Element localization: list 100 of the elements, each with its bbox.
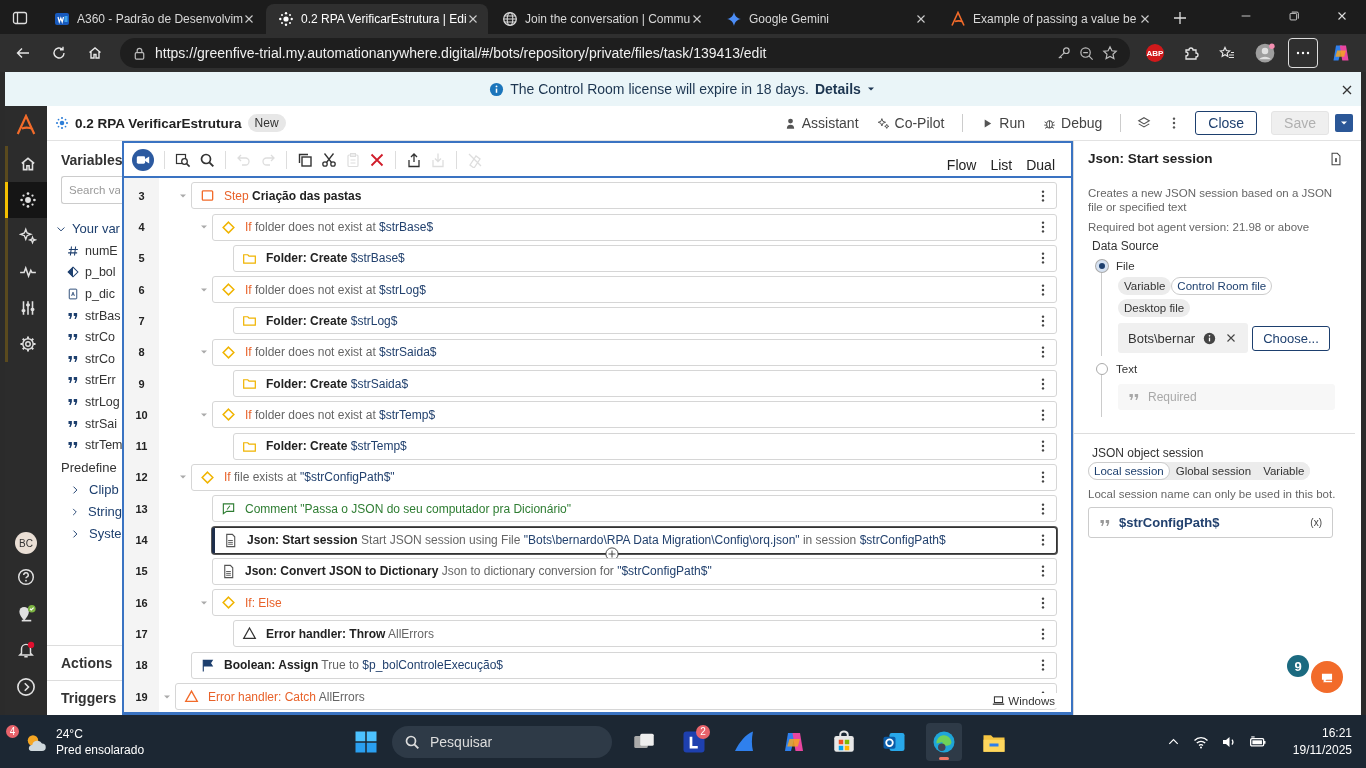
variable-item[interactable]: strErr: [47, 369, 122, 392]
settings-icon: [18, 335, 37, 353]
dropdown-button[interactable]: [1335, 114, 1353, 132]
more-button[interactable]: [1288, 38, 1318, 68]
bell-icon[interactable]: [17, 641, 35, 659]
action-row[interactable]: Folder: Create $strSaida$: [233, 370, 1057, 398]
action-row[interactable]: If folder does not exist at $strBase$: [212, 213, 1057, 241]
toolbar-action[interactable]: Debug: [1043, 115, 1103, 131]
info-icon[interactable]: [1203, 331, 1217, 345]
notification-badge: 4: [6, 724, 19, 738]
action-row[interactable]: If: Else: [212, 589, 1057, 617]
layers-icon[interactable]: [1137, 116, 1152, 130]
start-icon[interactable]: [354, 729, 378, 754]
segment-option[interactable]: Local session: [1088, 462, 1170, 480]
zoom-out-icon[interactable]: [1079, 45, 1094, 61]
action-row[interactable]: If folder does not exist at $strTemp$: [212, 401, 1057, 429]
extension-badge[interactable]: ABP: [1146, 44, 1164, 62]
action-text: Comment "Passa o JSON do seu computador pra Dicionário": [245, 501, 571, 516]
segment-option[interactable]: Control Room file: [1171, 277, 1273, 295]
logo-icon[interactable]: [15, 114, 37, 136]
comment-icon: [221, 501, 236, 517]
toolbar-action[interactable]: Assistant: [783, 115, 859, 131]
action-text: If folder does not exist at $strLog$: [245, 282, 426, 297]
version-text: Required bot agent version: 21.98 or above: [1087, 220, 1311, 233]
tree-section[interactable]: Your var: [47, 204, 122, 240]
action-row[interactable]: Folder: Create $strLog$: [233, 307, 1057, 335]
document-icon[interactable]: [1329, 151, 1343, 166]
dictionary-icon: [67, 288, 79, 300]
browser-tab[interactable]: 0.2 RPA VerificarEstrutura | Edi: [266, 4, 488, 34]
search-field[interactable]: Search va: [61, 176, 122, 204]
notification-badge: 2: [696, 724, 710, 739]
variable-button[interactable]: (x): [1310, 517, 1322, 528]
browser-tab[interactable]: Google Gemini: [714, 4, 936, 34]
variable-item[interactable]: strTem: [47, 434, 122, 456]
address-bar[interactable]: https://greenfive-trial.my.automationanywhere.digital/#/bots/repository/private/files/task/139413/edit: [120, 38, 1130, 68]
variable-item[interactable]: strLog: [47, 391, 122, 413]
star-icon: [726, 11, 742, 27]
line-number: 4: [137, 221, 146, 234]
action-row[interactable]: Json: Convert JSON to Dictionary Json to dictionary conversion for "$strConfigPath$": [212, 557, 1057, 585]
file-field[interactable]: Bots\bernar: [1118, 323, 1249, 353]
action-row[interactable]: Folder: Create $strBase$: [233, 244, 1057, 272]
session-field[interactable]: $strConfigPath$ (x): [1088, 507, 1333, 538]
avatar[interactable]: BC: [15, 532, 37, 554]
action-row[interactable]: Boolean: Assign True to $p_bolControleExecução$: [191, 651, 1057, 679]
location-icon[interactable]: [16, 604, 36, 623]
action-row[interactable]: If file exists at "$strConfigPath$": [191, 463, 1057, 491]
new-tab-icon[interactable]: [1172, 10, 1188, 26]
variable-item[interactable]: strSai: [47, 412, 122, 435]
line-number: 14: [134, 534, 149, 547]
radio-option[interactable]: File: [1074, 253, 1361, 272]
tree-item[interactable]: String: [47, 500, 122, 523]
toolbar-action[interactable]: Co-Pilot: [876, 115, 945, 131]
toolbar-action[interactable]: Run: [981, 115, 1025, 131]
logo-icon: [950, 11, 966, 27]
camera-icon[interactable]: [130, 146, 156, 173]
radio-option[interactable]: Text: [1074, 356, 1361, 375]
choose-button[interactable]: Choose...: [1252, 325, 1330, 351]
tree-item[interactable]: Syste: [47, 522, 122, 545]
variable-item[interactable]: strCo: [47, 347, 122, 370]
expand-icon[interactable]: [16, 677, 36, 697]
tabs-icon[interactable]: [12, 10, 28, 26]
action-text: Folder: Create $strLog$: [266, 314, 398, 328]
variable-item[interactable]: p_dic: [47, 283, 122, 305]
segment-option[interactable]: Variable: [1118, 277, 1172, 295]
panel-tab[interactable]: Actions: [47, 645, 122, 680]
view-tab[interactable]: List: [990, 156, 1013, 173]
variable-item[interactable]: strBas: [47, 304, 122, 327]
clock[interactable]: 16:21 19/11/2025: [1292, 726, 1352, 757]
folder-icon: [242, 313, 257, 329]
assistant-button[interactable]: [1311, 661, 1343, 693]
warning-icon: [184, 689, 199, 705]
radio-button[interactable]: [1096, 363, 1108, 375]
action-row[interactable]: Error handler: Throw AllErrors: [233, 620, 1057, 648]
variable-item[interactable]: p_bol: [47, 261, 122, 284]
star-icon[interactable]: [1102, 45, 1118, 61]
browser-tab[interactable]: Join the conversation | Commu: [490, 4, 712, 34]
browser-tab[interactable]: A360 - Padrão de Desenvolvim: [42, 4, 264, 34]
details-link[interactable]: Details: [814, 81, 877, 97]
close-button[interactable]: Close: [1195, 111, 1258, 135]
action-row[interactable]: Step Criação das pastas: [191, 182, 1057, 210]
view-tab[interactable]: Dual: [1026, 156, 1055, 173]
action-row[interactable]: If folder does not exist at $strSaida$: [212, 338, 1057, 366]
segment-option[interactable]: Desktop file: [1118, 299, 1191, 317]
line-number: 5: [137, 252, 146, 265]
browser-tab[interactable]: Example of passing a value be: [938, 4, 1160, 34]
tree-item[interactable]: Clipb: [47, 478, 122, 501]
taskbar-app[interactable]: [926, 722, 962, 761]
variable-item[interactable]: numE: [47, 240, 122, 262]
action-row[interactable]: Folder: Create $strTemp$: [233, 432, 1057, 460]
help-icon[interactable]: [17, 568, 35, 586]
action-row[interactable]: If folder does not exist at $strLog$: [212, 276, 1057, 304]
action-text: Boolean: Assign True to $p_bolControleExecução$: [224, 658, 504, 673]
document-icon: [223, 532, 238, 548]
search-field[interactable]: Pesquisar: [392, 725, 612, 758]
variable-item[interactable]: strCo: [47, 326, 122, 348]
view-tab[interactable]: Flow: [946, 156, 977, 173]
action-row[interactable]: Comment "Passa o JSON do seu computador pra Dicionário": [212, 495, 1057, 523]
weather-text: Pred ensolarado: [56, 742, 145, 757]
key-icon[interactable]: [1056, 45, 1071, 61]
action-text: If file exists at "$strConfigPath$": [224, 470, 395, 485]
